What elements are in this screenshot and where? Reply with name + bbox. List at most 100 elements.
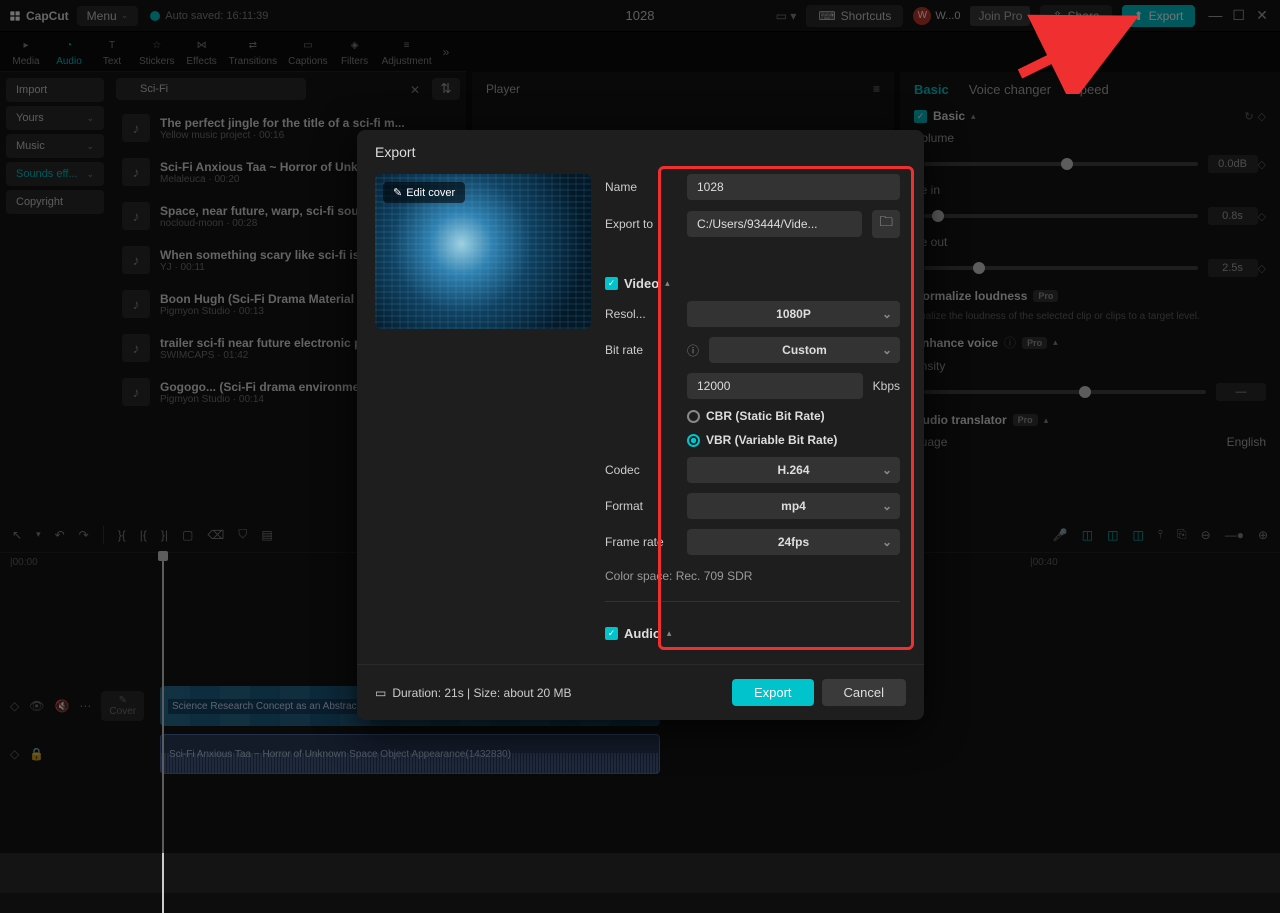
- tab-audio[interactable]: ◔Audio: [49, 34, 89, 69]
- split-icon[interactable]: }{: [118, 528, 126, 542]
- player-menu-icon[interactable]: ≡: [873, 82, 880, 96]
- app-logo: CapCut: [8, 9, 69, 23]
- music-note-icon: ♪: [122, 202, 150, 230]
- minimize-icon[interactable]: —: [1205, 7, 1225, 23]
- import-button[interactable]: Import: [6, 78, 104, 102]
- export-confirm-button[interactable]: Export: [732, 679, 814, 706]
- copyright-button[interactable]: Copyright: [6, 190, 104, 214]
- kbps-input[interactable]: [687, 373, 863, 399]
- doc-icon[interactable]: ▤: [261, 528, 272, 542]
- maximize-icon[interactable]: ☐: [1229, 7, 1249, 24]
- link-icon[interactable]: ⎘: [1177, 527, 1187, 542]
- autosave-status: Auto saved: 16:11:39: [150, 10, 268, 22]
- tab-captions[interactable]: ▭Captions: [284, 34, 331, 69]
- redo-icon[interactable]: ↷: [79, 528, 89, 542]
- audio-track-lock-icon[interactable]: ◇: [10, 747, 19, 761]
- more-tabs-icon[interactable]: »: [443, 45, 450, 59]
- cursor-tool-icon[interactable]: ↖: [12, 528, 22, 542]
- reset-icon[interactable]: ↻: [1244, 110, 1253, 123]
- audio-clip[interactable]: Sci-Fi Anxious Taa ~ Horror of Unknown S…: [160, 734, 660, 774]
- tab-filters[interactable]: ◈Filters: [335, 34, 375, 69]
- aspect-icon[interactable]: ▭ ▾: [776, 9, 797, 23]
- cancel-button[interactable]: Cancel: [822, 679, 906, 706]
- colorspace-label: Color space: Rec. 709 SDR: [605, 569, 900, 583]
- codec-select[interactable]: H.264: [687, 457, 900, 483]
- right-tab-speed[interactable]: Speed: [1071, 82, 1109, 97]
- share-button[interactable]: ⇪ Share: [1040, 5, 1111, 27]
- clip-tool-1-icon[interactable]: ◫: [1082, 528, 1093, 542]
- clip-tool-3-icon[interactable]: ◫: [1132, 528, 1143, 542]
- edit-cover-button[interactable]: ✎ Edit cover: [383, 182, 465, 203]
- magnet-icon[interactable]: ⫯: [1158, 527, 1163, 542]
- export-path-input[interactable]: [687, 211, 862, 237]
- zoom-in-icon[interactable]: ⊕: [1258, 528, 1268, 542]
- export-name-input[interactable]: [687, 174, 900, 200]
- video-checkbox[interactable]: ✓: [605, 277, 618, 290]
- tab-text[interactable]: TText: [92, 34, 132, 69]
- fadein-slider[interactable]: [924, 214, 1198, 218]
- fadeout-slider[interactable]: [924, 266, 1198, 270]
- tab-stickers[interactable]: ☆Stickers: [135, 34, 179, 69]
- cover-button[interactable]: ✎Cover: [101, 691, 144, 721]
- modal-title: Export: [357, 130, 924, 174]
- music-note-icon: ♪: [122, 246, 150, 274]
- framerate-select[interactable]: 24fps: [687, 529, 900, 555]
- export-modal: Export ✎ Edit cover Name Export to 🗀 ✓Vi…: [357, 130, 924, 720]
- keyframe-icon[interactable]: ◇: [1258, 110, 1266, 123]
- tab-transitions[interactable]: ⇄Transitions: [225, 34, 282, 69]
- resolution-select[interactable]: 1080P: [687, 301, 900, 327]
- close-icon[interactable]: ✕: [1252, 7, 1272, 24]
- tab-media[interactable]: ▸Media: [6, 34, 46, 69]
- zoom-out-icon[interactable]: ⊖: [1201, 528, 1211, 542]
- split-left-icon[interactable]: |{: [140, 528, 147, 542]
- join-pro-button[interactable]: Join Pro: [970, 6, 1030, 26]
- cbr-radio[interactable]: CBR (Static Bit Rate): [687, 409, 900, 423]
- volume-slider[interactable]: [924, 162, 1198, 166]
- shield-icon[interactable]: ⛉: [238, 527, 247, 542]
- playhead[interactable]: [162, 553, 164, 913]
- user-avatar[interactable]: W: [913, 7, 931, 25]
- mic-icon[interactable]: 🎤: [1053, 528, 1068, 542]
- yours-button[interactable]: Yours⌄: [6, 106, 104, 130]
- search-input[interactable]: [116, 78, 306, 100]
- browse-folder-button[interactable]: 🗀: [872, 210, 900, 238]
- bitrate-select[interactable]: Custom: [709, 337, 900, 363]
- cover-preview: ✎ Edit cover: [375, 174, 591, 329]
- music-note-icon: ♪: [122, 158, 150, 186]
- music-note-icon: ♪: [122, 334, 150, 362]
- track-lock-icon[interactable]: ◇: [10, 699, 19, 713]
- shortcuts-button[interactable]: ⌨ Shortcuts: [806, 5, 903, 27]
- project-title: 1028: [626, 8, 655, 23]
- menu-button[interactable]: Menu ⌄: [77, 6, 139, 26]
- crop-icon[interactable]: ▢: [182, 528, 193, 542]
- info-icon[interactable]: ⓘ: [687, 342, 699, 359]
- clear-search-icon[interactable]: ✕: [410, 83, 420, 97]
- filter-button[interactable]: ⇅: [432, 78, 460, 100]
- music-button[interactable]: Music⌄: [6, 134, 104, 158]
- audio-checkbox[interactable]: ✓: [605, 627, 618, 640]
- tab-effects[interactable]: ⋈Effects: [182, 34, 222, 69]
- music-note-icon: ♪: [122, 114, 150, 142]
- track-eye-icon[interactable]: 👁: [29, 699, 44, 713]
- right-tab-basic[interactable]: Basic: [914, 82, 949, 97]
- delete-icon[interactable]: ⌫: [207, 528, 224, 542]
- vbr-radio[interactable]: VBR (Variable Bit Rate): [687, 433, 900, 447]
- clip-tool-2-icon[interactable]: ◫: [1107, 528, 1118, 542]
- basic-checkbox[interactable]: ✓: [914, 110, 927, 123]
- export-info: ▭ Duration: 21s | Size: about 20 MB: [375, 686, 572, 700]
- player-label: Player: [486, 82, 520, 96]
- tab-adjustment[interactable]: ≡Adjustment: [378, 34, 436, 69]
- track-more-icon[interactable]: ⋯: [79, 699, 91, 713]
- intensity-slider[interactable]: [924, 390, 1206, 394]
- user-name: W...0: [935, 10, 960, 22]
- music-note-icon: ♪: [122, 290, 150, 318]
- export-button[interactable]: ⬆ Export: [1122, 5, 1196, 27]
- right-tab-voice[interactable]: Voice changer: [969, 82, 1051, 97]
- audio-track-mute-icon[interactable]: 🔒: [29, 747, 44, 761]
- track-mute-icon[interactable]: 🔇: [54, 699, 69, 713]
- sounds-button[interactable]: Sounds eff...⌄: [6, 162, 104, 186]
- split-right-icon[interactable]: }|: [161, 528, 168, 542]
- zoom-slider-icon[interactable]: —●: [1225, 528, 1244, 542]
- undo-icon[interactable]: ↶: [55, 528, 65, 542]
- format-select[interactable]: mp4: [687, 493, 900, 519]
